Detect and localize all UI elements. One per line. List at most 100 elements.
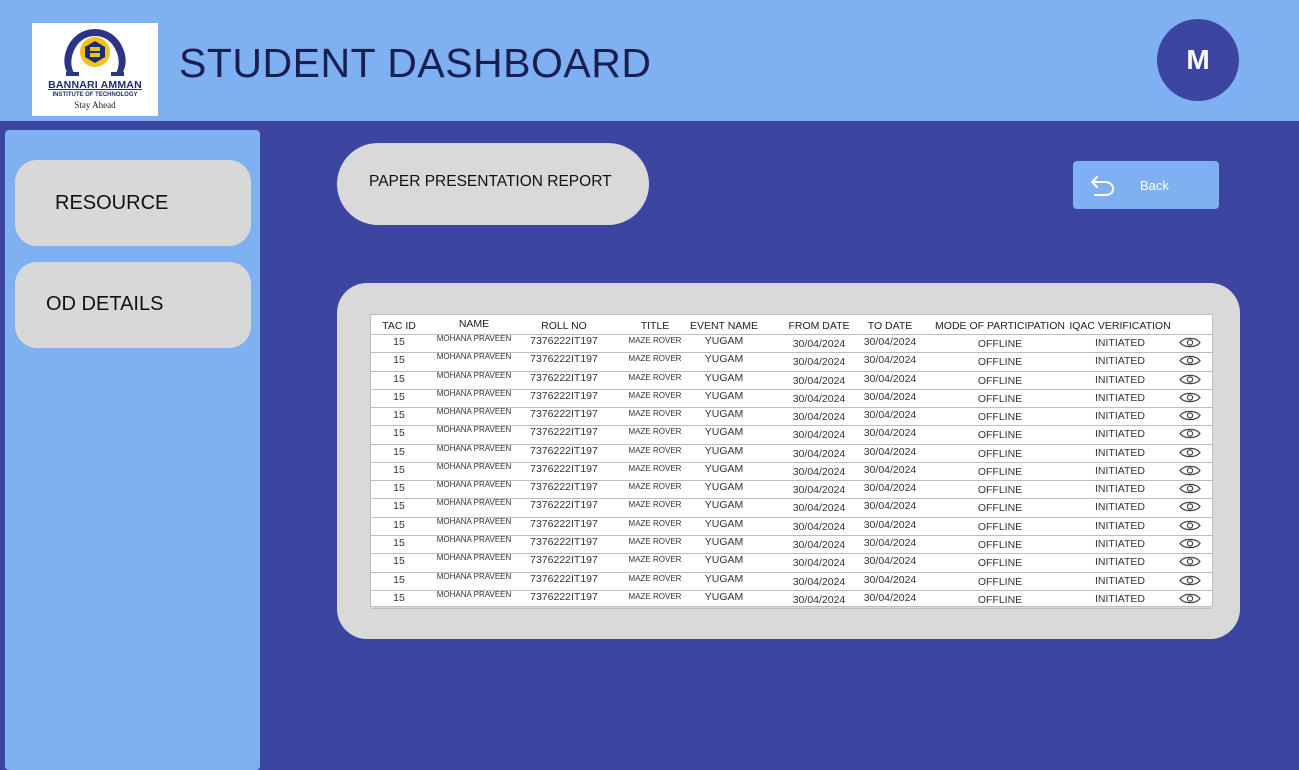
table-row: 15 MOHANA PRAVEEN 7376222IT197 MAZE ROVER YU… bbox=[371, 572, 1212, 591]
table-row: 15 MOHANA PRAVEEN 7376222IT197 MAZE ROVER YU… bbox=[371, 517, 1212, 536]
cell-roll-no: 7376222IT197 bbox=[530, 353, 598, 366]
cell-title: MAZE ROVER bbox=[628, 555, 682, 565]
cell-iqac: INITIATED bbox=[1095, 446, 1145, 459]
table-row: 15 MOHANA PRAVEEN 7376222IT197 MAZE ROVER YU… bbox=[371, 590, 1212, 610]
cell-to-date: 30/04/2024 bbox=[863, 500, 917, 513]
cell-name: MOHANA PRAVEEN bbox=[436, 407, 512, 417]
cell-roll-no: 7376222IT197 bbox=[530, 499, 598, 512]
cell-event-name: YUGAM bbox=[704, 499, 744, 512]
cell-name: MOHANA PRAVEEN bbox=[436, 553, 512, 563]
eye-icon[interactable] bbox=[1179, 336, 1201, 349]
cell-to-date: 30/04/2024 bbox=[863, 445, 917, 458]
table-row: 15 MOHANA PRAVEEN 7376222IT197 MAZE ROVER YU… bbox=[371, 535, 1212, 555]
cell-to-date: 30/04/2024 bbox=[863, 536, 917, 549]
column-header-from-date: FROM DATE bbox=[788, 320, 850, 332]
cell-from-date: 30/04/2024 bbox=[792, 557, 846, 570]
cell-roll-no: 7376222IT197 bbox=[530, 389, 598, 402]
cell-name: MOHANA PRAVEEN bbox=[436, 334, 512, 343]
cell-iqac: INITIATED bbox=[1095, 410, 1145, 423]
eye-icon[interactable] bbox=[1179, 354, 1201, 367]
cell-from-date: 30/04/2024 bbox=[792, 465, 846, 478]
logo-tagline: Stay Ahead bbox=[74, 100, 116, 110]
table-row: 15 MOHANA PRAVEEN 7376222IT197 MAZE ROVER YU… bbox=[371, 425, 1212, 445]
table-row: 15 MOHANA PRAVEEN 7376222IT197 MAZE ROVER YU… bbox=[371, 480, 1212, 500]
cell-event-name: YUGAM bbox=[704, 444, 744, 457]
user-avatar[interactable]: M bbox=[1157, 19, 1239, 101]
eye-icon[interactable] bbox=[1179, 446, 1201, 459]
cell-from-date: 30/04/2024 bbox=[792, 429, 846, 442]
cell-name: MOHANA PRAVEEN bbox=[436, 370, 512, 380]
cell-iqac: INITIATED bbox=[1095, 556, 1145, 569]
eye-icon[interactable] bbox=[1179, 373, 1201, 386]
cell-from-date: 30/04/2024 bbox=[792, 356, 846, 369]
cell-to-date: 30/04/2024 bbox=[863, 409, 917, 422]
cell-mode: OFFLINE bbox=[977, 356, 1023, 369]
cell-mode: OFFLINE bbox=[977, 447, 1023, 460]
eye-icon[interactable] bbox=[1179, 537, 1201, 550]
cell-title: MAZE ROVER bbox=[628, 445, 682, 455]
sidebar-item-od-details[interactable]: OD DETAILS bbox=[15, 262, 251, 348]
table-row: 15 MOHANA PRAVEEN 7376222IT197 MAZE ROVER YU… bbox=[371, 352, 1212, 372]
cell-mode: OFFLINE bbox=[977, 374, 1023, 387]
report-title-pill: PAPER PRESENTATION REPORT bbox=[337, 143, 649, 225]
eye-icon[interactable] bbox=[1179, 391, 1201, 404]
page-title: STUDENT DASHBOARD bbox=[179, 40, 652, 86]
cell-name: MOHANA PRAVEEN bbox=[436, 352, 512, 362]
cell-event-name: YUGAM bbox=[704, 462, 744, 475]
sidebar: RESOURCE OD DETAILS bbox=[5, 130, 260, 770]
institute-emblem-icon bbox=[64, 29, 126, 76]
cell-roll-no: 7376222IT197 bbox=[530, 462, 598, 475]
top-header: BANNARI AMMAN INSTITUTE OF TECHNOLOGY St… bbox=[0, 0, 1299, 121]
cell-from-date: 30/04/2024 bbox=[792, 575, 846, 588]
column-header-roll-no: ROLL NO bbox=[541, 320, 587, 332]
cell-title: MAZE ROVER bbox=[628, 591, 682, 601]
cell-roll-no: 7376222IT197 bbox=[530, 572, 598, 585]
cell-event-name: YUGAM bbox=[704, 408, 744, 421]
cell-event-name: YUGAM bbox=[704, 517, 744, 530]
column-header-mode: MODE OF PARTICIPATION bbox=[935, 320, 1065, 332]
sidebar-item-label: OD DETAILS bbox=[46, 292, 164, 315]
cell-roll-no: 7376222IT197 bbox=[530, 371, 598, 384]
eye-icon[interactable] bbox=[1179, 592, 1201, 605]
cell-tac-id: 15 bbox=[393, 591, 405, 604]
sidebar-item-resource[interactable]: RESOURCE bbox=[15, 160, 251, 246]
back-label: Back bbox=[1140, 178, 1169, 193]
cell-to-date: 30/04/2024 bbox=[863, 354, 917, 367]
report-title: PAPER PRESENTATION REPORT bbox=[369, 173, 612, 190]
eye-icon[interactable] bbox=[1179, 464, 1201, 477]
eye-icon[interactable] bbox=[1179, 482, 1201, 495]
cell-mode: OFFLINE bbox=[977, 502, 1023, 515]
eye-icon[interactable] bbox=[1179, 519, 1201, 532]
cell-title: MAZE ROVER bbox=[628, 372, 682, 382]
cell-tac-id: 15 bbox=[393, 482, 405, 495]
cell-name: MOHANA PRAVEEN bbox=[436, 425, 512, 435]
cell-iqac: INITIATED bbox=[1095, 464, 1145, 477]
cell-mode: OFFLINE bbox=[977, 520, 1023, 533]
cell-event-name: YUGAM bbox=[704, 535, 744, 548]
eye-icon[interactable] bbox=[1179, 500, 1201, 513]
cell-event-name: YUGAM bbox=[704, 554, 744, 567]
cell-to-date: 30/04/2024 bbox=[863, 390, 917, 403]
cell-tac-id: 15 bbox=[393, 573, 405, 586]
cell-mode: OFFLINE bbox=[977, 465, 1023, 478]
eye-icon[interactable] bbox=[1179, 574, 1201, 587]
cell-iqac: INITIATED bbox=[1095, 592, 1145, 605]
cell-event-name: YUGAM bbox=[704, 426, 744, 439]
eye-icon[interactable] bbox=[1179, 409, 1201, 422]
cell-mode: OFFLINE bbox=[977, 392, 1023, 405]
cell-name: MOHANA PRAVEEN bbox=[436, 498, 512, 508]
table-row: 15 MOHANA PRAVEEN 7376222IT197 MAZE ROVER YU… bbox=[371, 371, 1212, 390]
cell-title: MAZE ROVER bbox=[628, 390, 682, 400]
back-button[interactable]: Back bbox=[1073, 161, 1219, 209]
eye-icon[interactable] bbox=[1179, 555, 1201, 568]
cell-title: MAZE ROVER bbox=[628, 536, 682, 546]
cell-title: MAZE ROVER bbox=[628, 354, 682, 364]
eye-icon[interactable] bbox=[1179, 427, 1201, 440]
cell-iqac: INITIATED bbox=[1095, 574, 1145, 587]
cell-title: MAZE ROVER bbox=[628, 427, 682, 437]
cell-roll-no: 7376222IT197 bbox=[530, 335, 598, 347]
cell-iqac: INITIATED bbox=[1095, 483, 1145, 496]
column-header-event-name: EVENT NAME bbox=[689, 320, 759, 332]
cell-iqac: INITIATED bbox=[1095, 337, 1145, 349]
cell-mode: OFFLINE bbox=[977, 338, 1023, 350]
